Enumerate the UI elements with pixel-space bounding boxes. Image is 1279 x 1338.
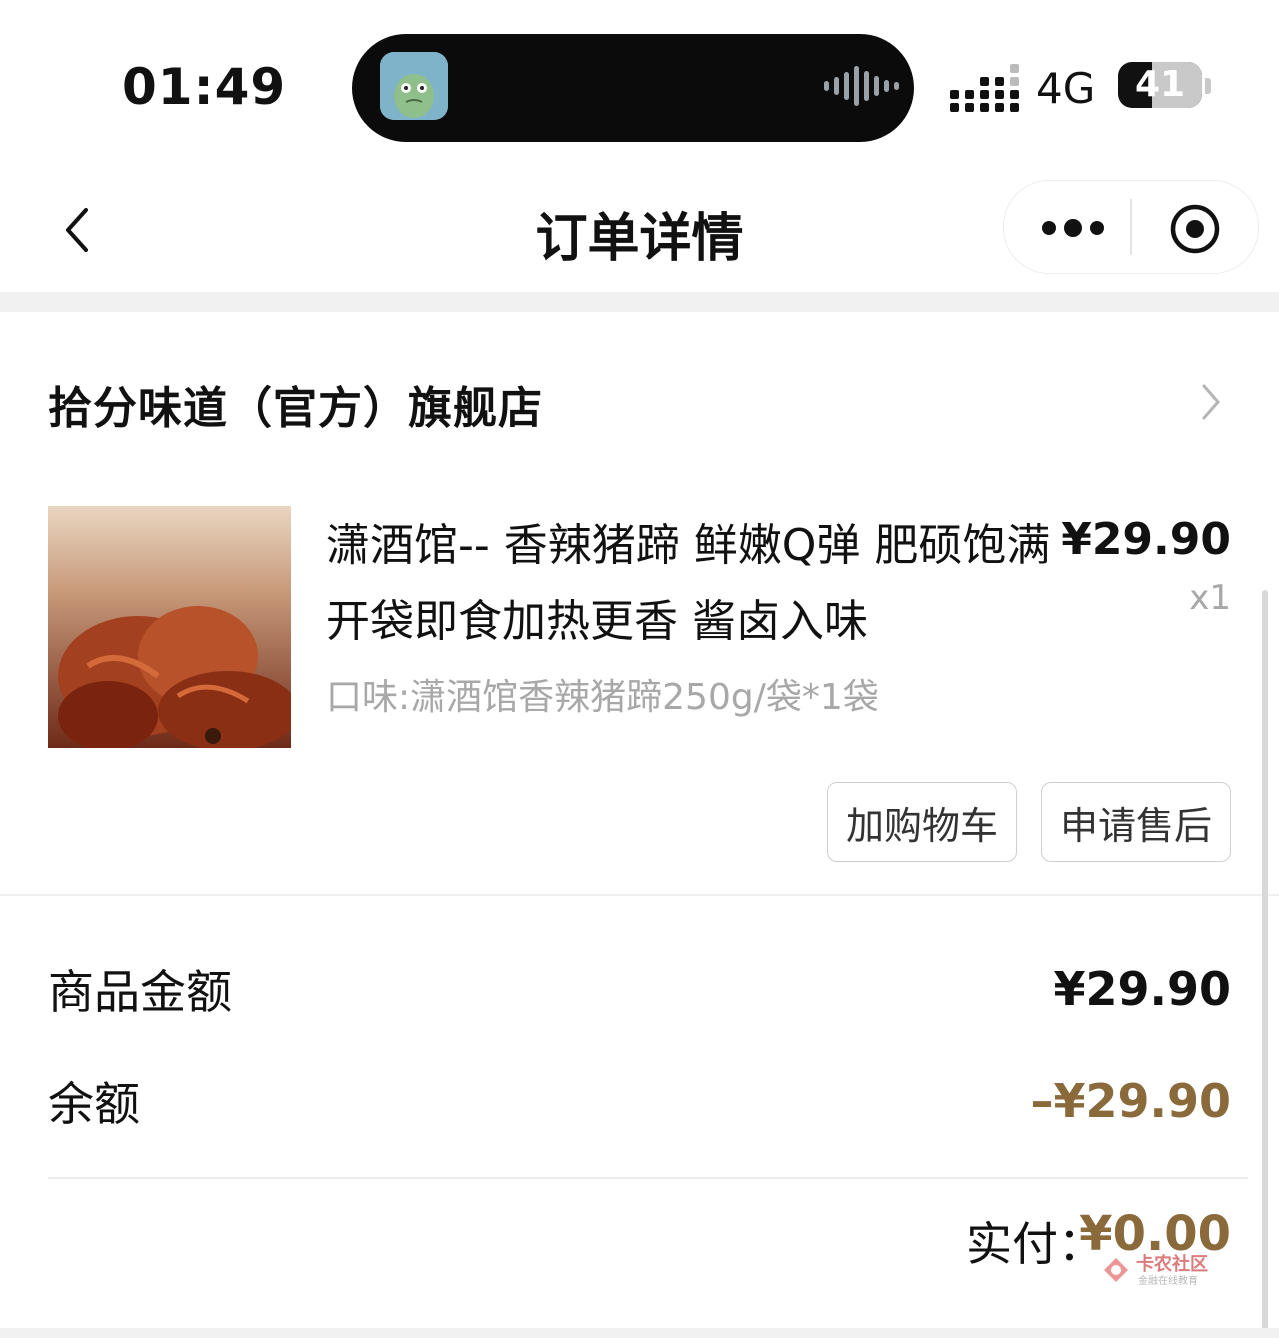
goods-amount-value: ¥29.90 bbox=[1053, 962, 1231, 1016]
balance-label: 余额 bbox=[48, 1077, 140, 1131]
status-time: 01:49 bbox=[122, 58, 287, 116]
network-type: 4G bbox=[1036, 64, 1096, 113]
watermark-logo-icon bbox=[1100, 1254, 1132, 1286]
signal-icon bbox=[950, 64, 1019, 112]
chevron-right-icon[interactable] bbox=[1196, 382, 1226, 422]
after-sale-button[interactable]: 申请售后 bbox=[1041, 782, 1231, 862]
product-image[interactable] bbox=[48, 506, 291, 748]
product-price: ¥29.90 bbox=[1061, 514, 1231, 565]
balance-value: –¥29.90 bbox=[1030, 1074, 1231, 1128]
section-divider bbox=[0, 292, 1279, 312]
app-avatar-icon bbox=[380, 52, 448, 120]
goods-amount-label: 商品金额 bbox=[48, 965, 232, 1019]
watermark: 卡农社区 金融在线教育 bbox=[1100, 1250, 1230, 1290]
battery-cap bbox=[1205, 78, 1211, 94]
battery-level: 41 bbox=[1134, 64, 1186, 105]
store-name[interactable]: 拾分味道（官方）旗舰店 bbox=[48, 372, 543, 436]
capsule-divider bbox=[1130, 199, 1132, 255]
scrollbar[interactable] bbox=[1262, 590, 1268, 1330]
add-to-cart-button[interactable]: 加购物车 bbox=[827, 782, 1017, 862]
battery-icon: 41 bbox=[1118, 62, 1202, 108]
miniprogram-capsule bbox=[1003, 180, 1259, 274]
close-target-icon[interactable] bbox=[1169, 203, 1221, 255]
bottom-divider bbox=[0, 1328, 1279, 1338]
watermark-subtext: 金融在线教育 bbox=[1138, 1276, 1198, 1287]
product-title[interactable]: 潇酒馆-- 香辣猪蹄 鲜嫩Q弹 肥硕饱满 开袋即食加热更香 酱卤入味 bbox=[326, 508, 1056, 660]
product-quantity: x1 bbox=[1189, 578, 1231, 618]
divider bbox=[48, 1177, 1248, 1179]
audio-wave-icon bbox=[824, 66, 899, 106]
product-spec: 口味:潇酒馆香辣猪蹄250g/袋*1袋 bbox=[326, 677, 879, 718]
more-icon[interactable] bbox=[1042, 219, 1104, 237]
divider bbox=[0, 894, 1279, 896]
